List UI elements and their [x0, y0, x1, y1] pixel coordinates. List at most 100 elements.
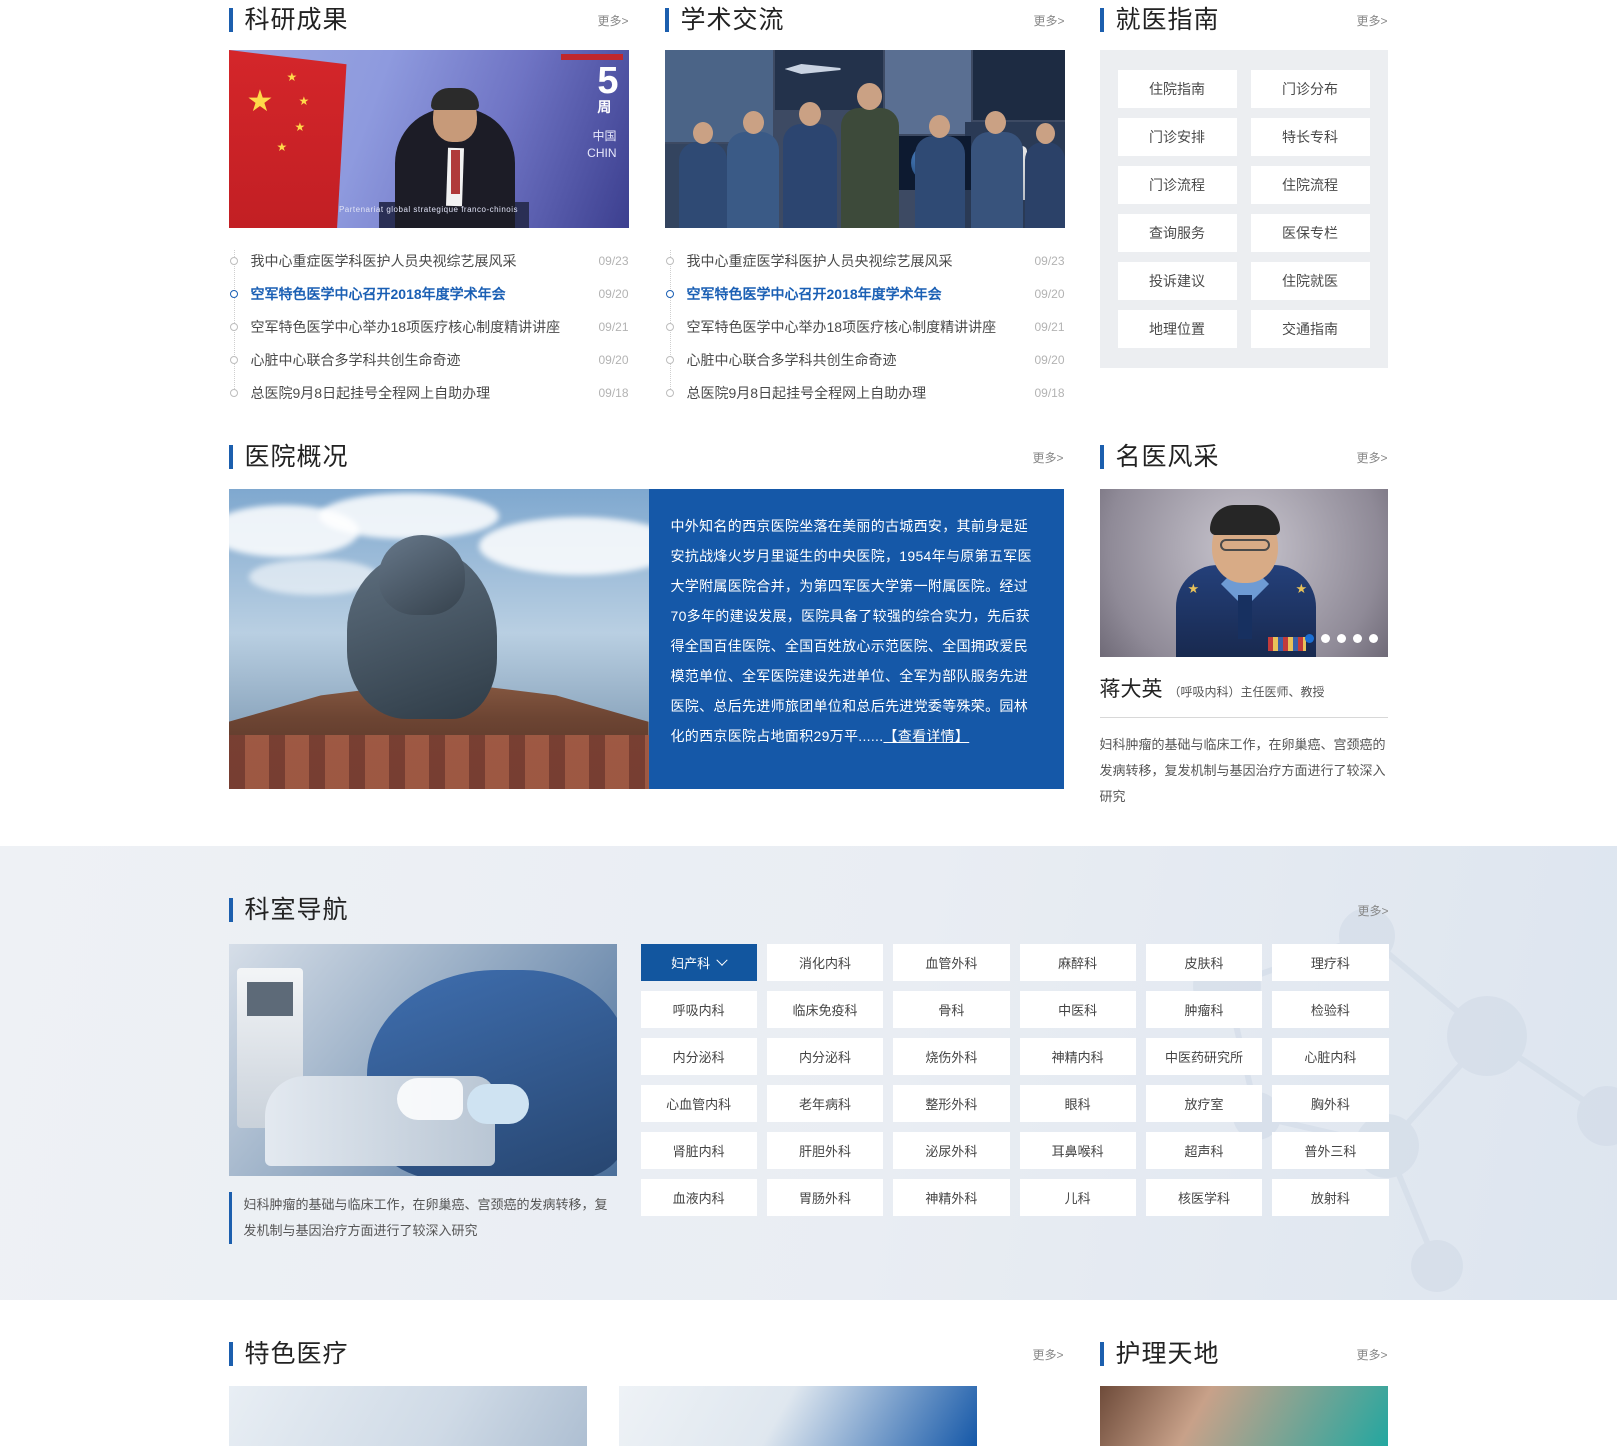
dept-button-clinical-immunology[interactable]: 临床免疫科: [766, 991, 884, 1028]
guide-button-clinic-schedule[interactable]: 门诊安排: [1117, 118, 1237, 156]
dept-button-endocrinology-1[interactable]: 内分泌科: [640, 1038, 757, 1075]
guide-button-complaints[interactable]: 投诉建议: [1117, 262, 1237, 300]
carousel-dot-3[interactable]: [1336, 634, 1346, 643]
research-more-link[interactable]: 更多>: [597, 12, 628, 29]
dept-button-neurology[interactable]: 神精内科: [1019, 1038, 1136, 1075]
dept-button-respiratory[interactable]: 呼吸内科: [640, 991, 757, 1028]
list-item[interactable]: 空军特色医学中心举办18项医疗核心制度精讲讲座 09/21: [229, 310, 629, 343]
dept-button-urology[interactable]: 泌尿外科: [893, 1132, 1010, 1169]
list-item[interactable]: 总医院9月8日起挂号全程网上自助办理 09/18: [229, 376, 629, 409]
dept-button-gastrointestinal-surgery[interactable]: 胃肠外科: [766, 1179, 884, 1216]
news-title: 心脏中心联合多学科共创生命奇迹: [250, 351, 461, 368]
guide-button-inpatient-visit[interactable]: 住院就医: [1250, 262, 1370, 300]
list-item[interactable]: 总医院9月8日起挂号全程网上自助办理 09/18: [665, 376, 1065, 409]
cloud-shape: [318, 493, 499, 539]
accent-bar-icon: [228, 898, 233, 922]
dept-button-cardiovascular[interactable]: 心血管内科: [640, 1085, 757, 1122]
dept-button-radiotherapy[interactable]: 放疗室: [1145, 1085, 1263, 1122]
stone-lion-head: [378, 535, 465, 615]
chevron-down-icon: [716, 954, 728, 966]
dept-button-pediatrics[interactable]: 儿科: [1019, 1179, 1136, 1216]
news-date: 09/20: [598, 286, 629, 301]
feature-card-1[interactable]: [228, 1386, 587, 1446]
dept-button-geriatrics[interactable]: 老年病科: [766, 1085, 884, 1122]
carousel-dot-1[interactable]: [1304, 634, 1314, 643]
dept-button-hematology[interactable]: 血液内科: [640, 1179, 757, 1216]
dept-button-physiotherapy[interactable]: 理疗科: [1272, 944, 1389, 981]
dept-button-ent[interactable]: 耳鼻喉科: [1019, 1132, 1136, 1169]
dept-button-ophthalmology[interactable]: 眼科: [1019, 1085, 1136, 1122]
dept-button-plastic-surgery[interactable]: 整形外科: [893, 1085, 1010, 1122]
list-item[interactable]: 我中心重症医学科医护人员央视综艺展风采 09/23: [229, 244, 629, 277]
feature-card-2[interactable]: [618, 1386, 977, 1446]
overview-more-link[interactable]: 更多>: [1032, 449, 1063, 466]
dept-button-neurosurgery[interactable]: 神精外科: [893, 1179, 1010, 1216]
dept-button-laboratory[interactable]: 检验科: [1272, 991, 1389, 1028]
department-nav-band: 科室导航 更多> 妇科肿瘤的基础与临床工作，在卵巢癌、宫颈癌的发病转移，复发机制…: [0, 846, 1617, 1300]
dept-button-hepatobiliary[interactable]: 肝胆外科: [766, 1132, 884, 1169]
research-thumbnail[interactable]: ★ ★ ★ ★ ★ 5周 中国 CHIN Partenariat global …: [228, 50, 629, 228]
nursing-title-text: 护理天地: [1115, 1339, 1220, 1368]
nursing-more-link[interactable]: 更多>: [1356, 1346, 1387, 1363]
dept-button-burn-surgery[interactable]: 烧伤外科: [893, 1038, 1010, 1075]
dept-button-oncology[interactable]: 肿瘤科: [1145, 991, 1263, 1028]
officer-figure: [914, 136, 965, 228]
list-item[interactable]: 心脏中心联合多学科共创生命奇迹 09/20: [665, 343, 1065, 376]
dept-button-orthopedics[interactable]: 骨科: [893, 991, 1010, 1028]
dept-button-thoracic-surgery[interactable]: 胸外科: [1272, 1085, 1389, 1122]
dept-button-anesthesiology[interactable]: 麻醉科: [1019, 944, 1136, 981]
doctor-more-link[interactable]: 更多>: [1356, 449, 1387, 466]
guide-button-transport[interactable]: 交通指南: [1250, 310, 1370, 348]
officer-head: [692, 122, 713, 144]
dept-button-tcm[interactable]: 中医科: [1019, 991, 1136, 1028]
department-photo[interactable]: [228, 944, 617, 1176]
feature-more-link[interactable]: 更多>: [1032, 1346, 1063, 1363]
list-item[interactable]: 空军特色医学中心举办18项医疗核心制度精讲讲座 09/21: [665, 310, 1065, 343]
academic-thumbnail[interactable]: [664, 50, 1065, 228]
dept-button-dermatology[interactable]: 皮肤科: [1145, 944, 1263, 981]
research-header: 科研成果 更多>: [228, 0, 629, 40]
overview-title-text: 医院概况: [244, 442, 349, 471]
list-item[interactable]: 心脏中心联合多学科共创生命奇迹 09/20: [229, 343, 629, 376]
list-item[interactable]: 空军特色医学中心召开2018年度学术年会 09/20: [665, 277, 1065, 310]
carousel-dot-5[interactable]: [1368, 634, 1378, 643]
list-item[interactable]: 空军特色医学中心召开2018年度学术年会 09/20: [229, 277, 629, 310]
machine-screen: [246, 982, 293, 1016]
oxygen-mask-icon: [396, 1078, 463, 1120]
department-caption-text: 妇科肿瘤的基础与临床工作，在卵巢癌、宫颈癌的发病转移，复发机制与基因治疗方面进行…: [243, 1197, 608, 1238]
dept-button-radiology[interactable]: 放射科: [1272, 1179, 1389, 1216]
guide-more-link[interactable]: 更多>: [1356, 12, 1387, 29]
guide-button-clinic-distribution[interactable]: 门诊分布: [1250, 70, 1370, 108]
overview-detail-link[interactable]: 【查看详情】: [883, 728, 969, 744]
guide-button-specialty[interactable]: 特长专科: [1250, 118, 1370, 156]
guide-button-query-service[interactable]: 查询服务: [1117, 214, 1237, 252]
dept-button-gastroenterology[interactable]: 消化内科: [766, 944, 884, 981]
bullet-icon: [229, 355, 238, 364]
guide-button-location[interactable]: 地理位置: [1117, 310, 1237, 348]
nursing-thumbnail[interactable]: [1099, 1386, 1388, 1446]
academic-more-link[interactable]: 更多>: [1033, 12, 1064, 29]
overview-text: 中外知名的西京医院坐落在美丽的古城西安，其前身是延安抗战烽火岁月里诞生的中央医院…: [648, 489, 1064, 789]
guide-button-inpatient-guide[interactable]: 住院指南: [1117, 70, 1237, 108]
department-more-link[interactable]: 更多>: [1357, 902, 1388, 919]
dept-button-vascular-surgery[interactable]: 血管外科: [893, 944, 1010, 981]
news-title: 空军特色医学中心举办18项医疗核心制度精讲讲座: [250, 318, 561, 335]
dept-button-tcm-institute[interactable]: 中医药研究所: [1145, 1038, 1263, 1075]
carousel-dot-4[interactable]: [1352, 634, 1362, 643]
dept-button-obstetrics[interactable]: 妇产科: [640, 944, 757, 981]
list-item[interactable]: 我中心重症医学科医护人员央视综艺展风采 09/23: [665, 244, 1065, 277]
carousel-dot-2[interactable]: [1320, 634, 1330, 643]
guide-button-insurance[interactable]: 医保专栏: [1250, 214, 1370, 252]
top-section: 科研成果 更多> ★ ★ ★ ★ ★ 5 周 中国 CHIN Partenari…: [228, 0, 1389, 409]
bottom-section: 特色医疗 更多> 护理天地 更多>: [228, 1300, 1389, 1446]
dept-button-general-surgery-3[interactable]: 普外三科: [1272, 1132, 1389, 1169]
dept-button-cardiology-inner[interactable]: 心脏内科: [1272, 1038, 1389, 1075]
guide-button-clinic-process[interactable]: 门诊流程: [1117, 166, 1237, 204]
guide-button-inpatient-process[interactable]: 住院流程: [1250, 166, 1370, 204]
dept-button-endocrinology-2[interactable]: 内分泌科: [766, 1038, 884, 1075]
dept-button-nuclear-medicine[interactable]: 核医学科: [1145, 1179, 1263, 1216]
flag-star-icon: ★: [276, 140, 288, 154]
dept-button-nephrology[interactable]: 肾脏内科: [640, 1132, 757, 1169]
cloud-shape: [478, 517, 649, 575]
dept-button-ultrasound[interactable]: 超声科: [1145, 1132, 1263, 1169]
